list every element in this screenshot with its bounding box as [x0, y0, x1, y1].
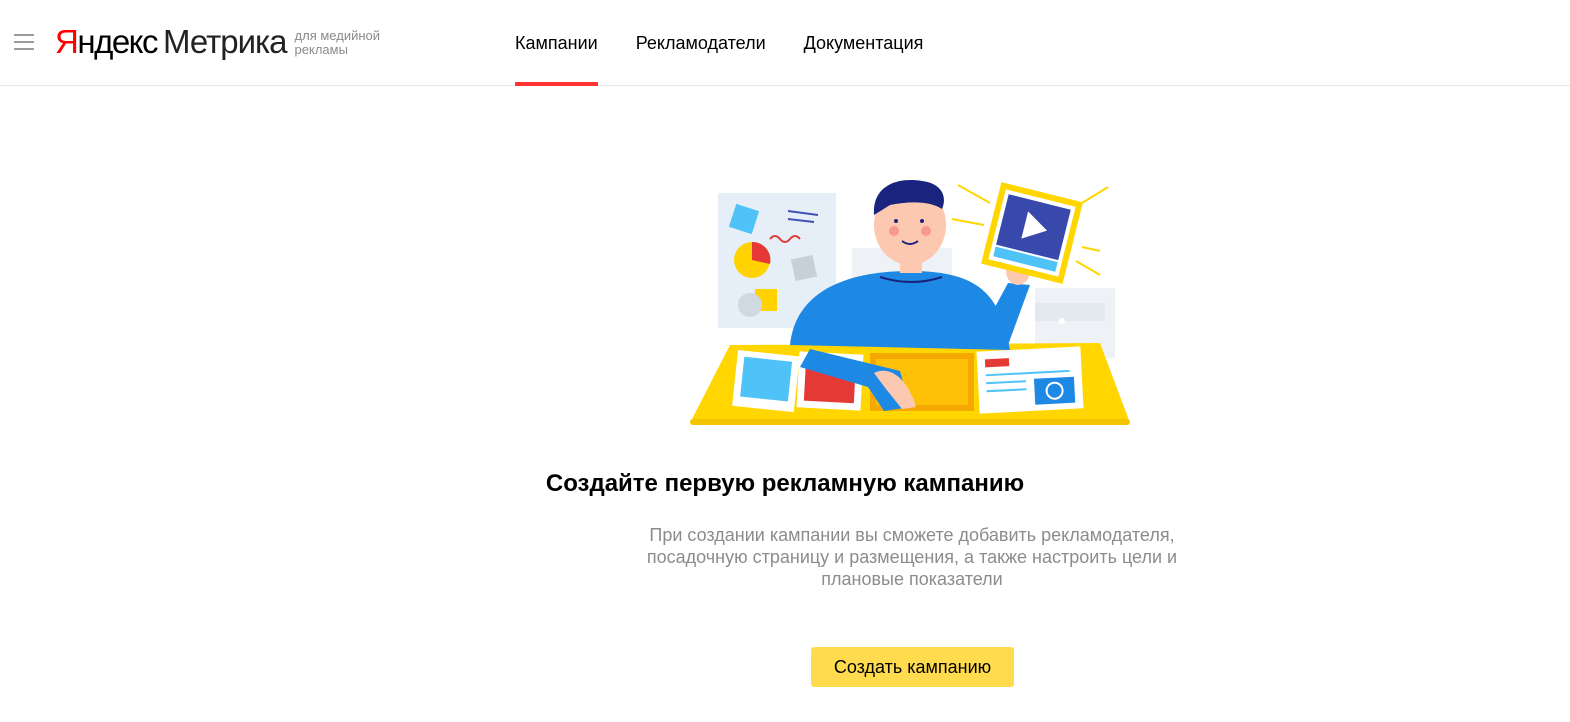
main-nav: Кампании Рекламодатели Документация — [515, 0, 961, 86]
yandex-metrika-logo[interactable]: Яндекс Метрика для медийной рекламы — [55, 22, 395, 62]
empty-state-title: Создайте первую рекламную кампанию — [545, 470, 1025, 497]
top-header: Яндекс Метрика для медийной рекламы Камп… — [0, 0, 1570, 86]
create-campaign-button[interactable]: Создать кампанию — [811, 647, 1014, 687]
tab-advertisers[interactable]: Рекламодатели — [636, 0, 766, 86]
video-tablet-icon — [981, 182, 1083, 284]
card-document — [976, 346, 1084, 414]
logo-yandex-wordmark: Яндекс — [55, 23, 158, 60]
empty-state-description: При создании кампании вы сможете добавит… — [646, 525, 1178, 589]
card-blue — [732, 350, 800, 413]
hamburger-menu-icon[interactable] — [14, 34, 34, 50]
logo-product-name: Метрика — [162, 23, 288, 60]
tab-campaigns[interactable]: Кампании — [515, 0, 598, 86]
logo-subtitle: для медийной рекламы — [294, 28, 381, 57]
tab-documentation[interactable]: Документация — [804, 0, 924, 86]
empty-state-illustration — [690, 180, 1130, 425]
